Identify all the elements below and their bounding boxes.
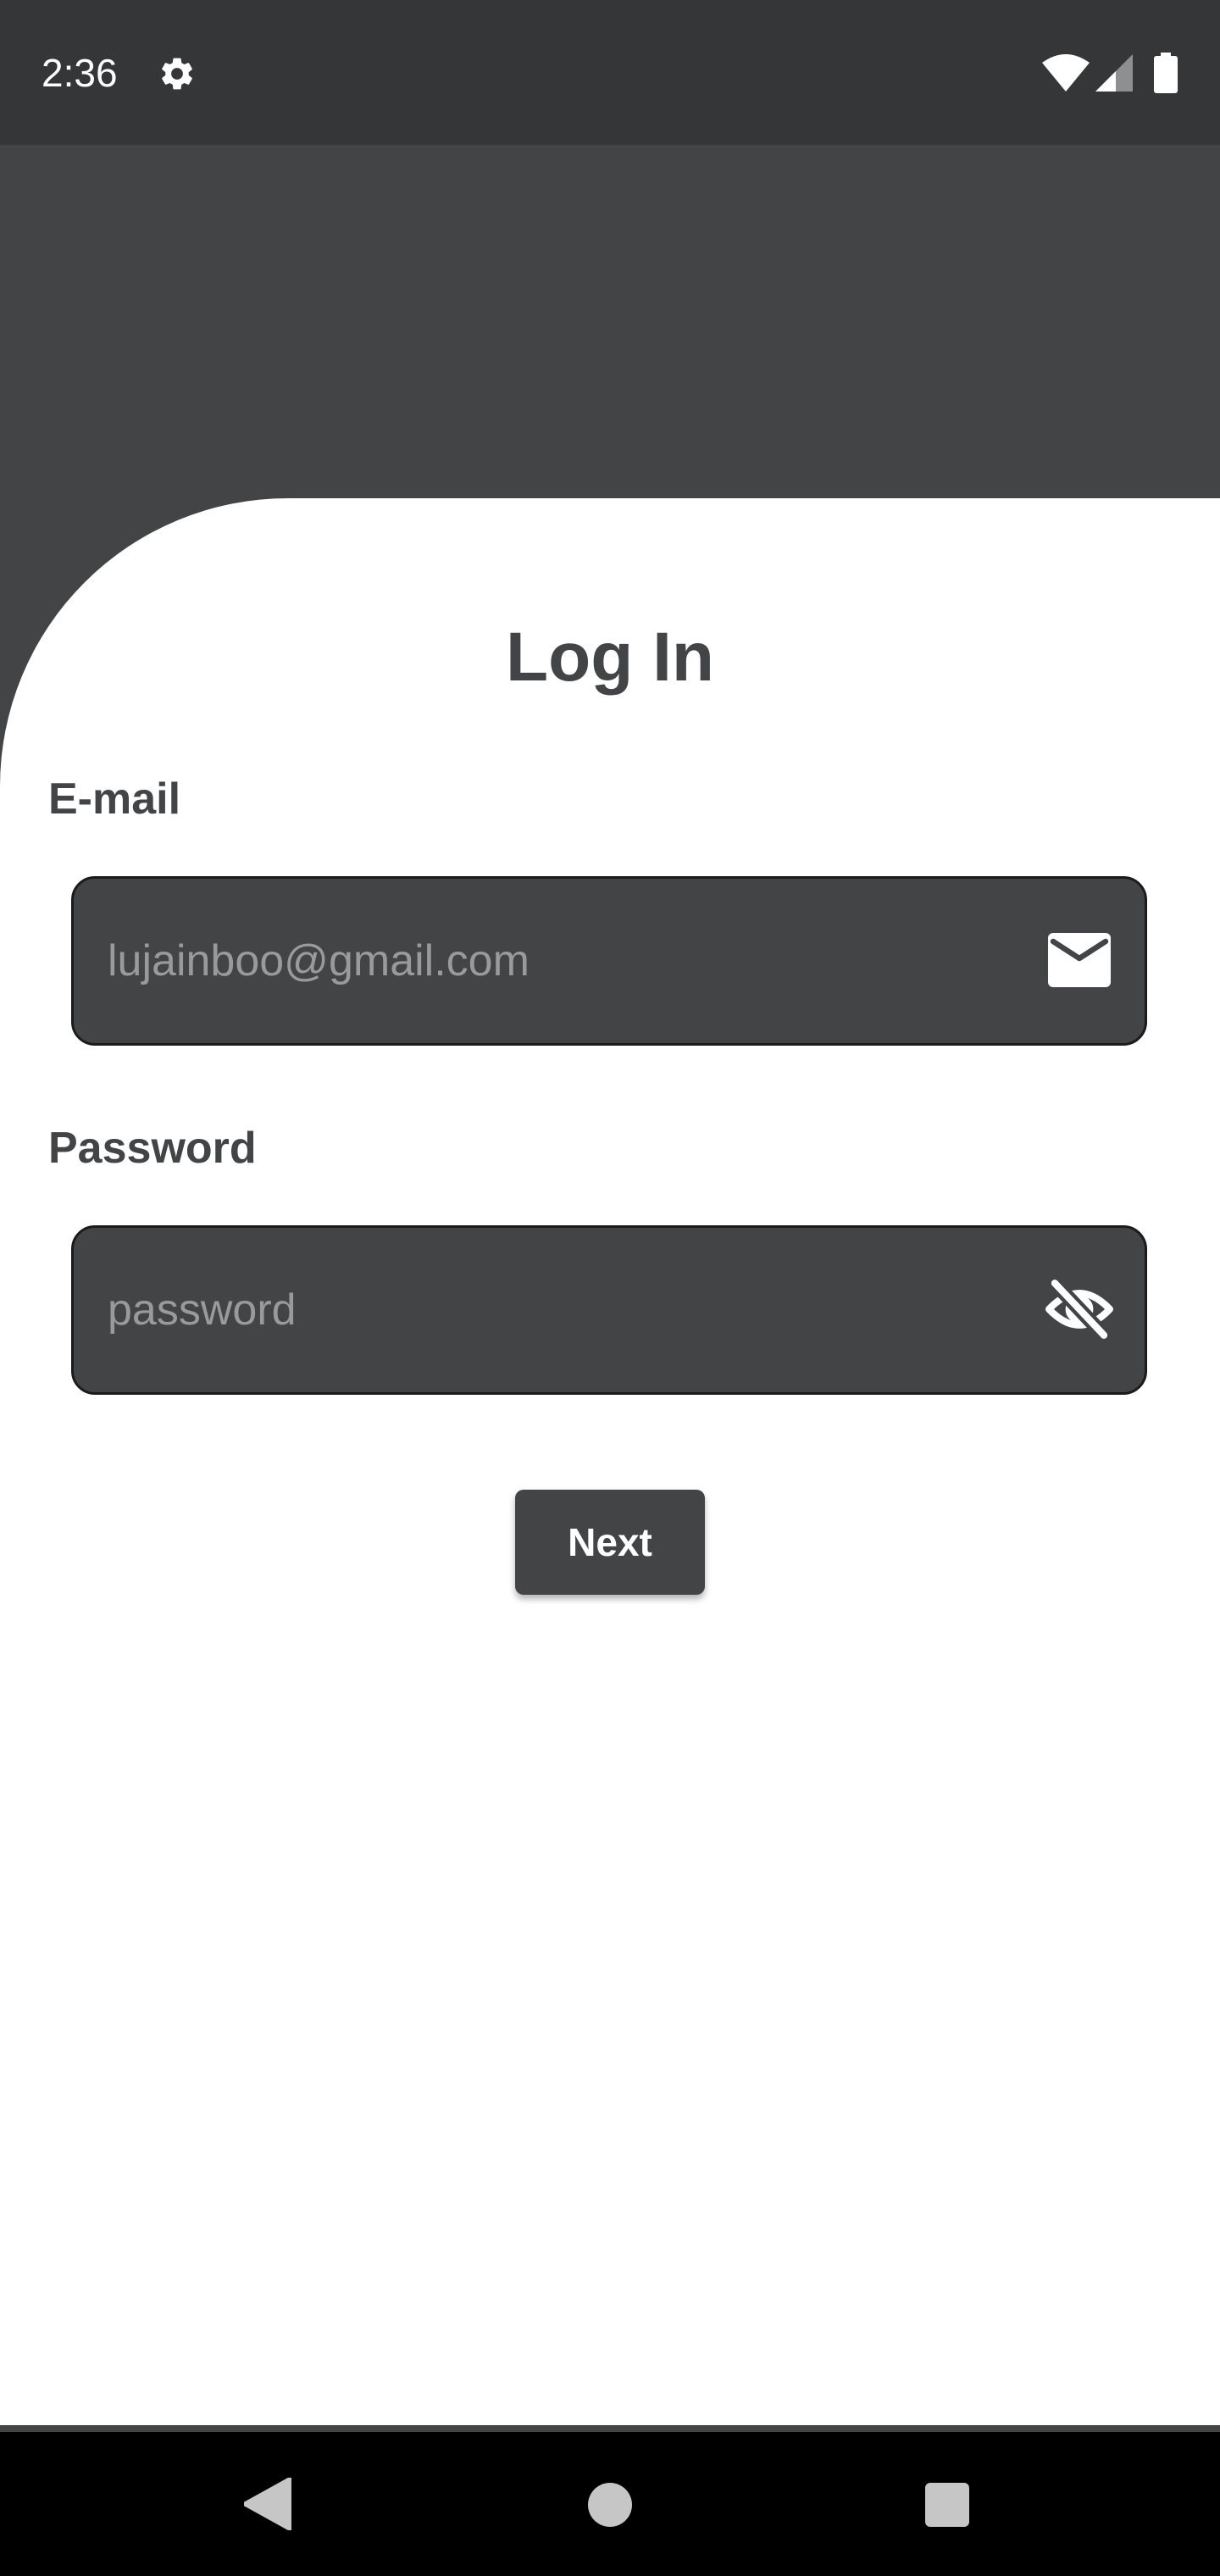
password-field-container (71, 1225, 1147, 1395)
email-label: E-mail (48, 774, 181, 824)
status-bar: 2:36 (0, 0, 1220, 145)
email-field[interactable] (108, 879, 980, 1043)
gear-icon (162, 58, 192, 90)
wifi-icon (1042, 54, 1090, 92)
password-field[interactable] (108, 1228, 980, 1392)
signal-icon (1095, 54, 1133, 92)
login-card (0, 498, 1220, 2430)
status-time: 2:36 (42, 51, 118, 95)
home-icon[interactable] (588, 2483, 632, 2527)
battery-icon (1154, 53, 1178, 93)
mail-icon (1048, 933, 1111, 987)
recents-icon[interactable] (925, 2483, 969, 2527)
nav-divider (0, 2425, 1220, 2432)
eye-off-icon[interactable] (1045, 1277, 1114, 1341)
password-label: Password (48, 1124, 257, 1173)
page-title: Log In (506, 619, 714, 696)
next-button[interactable]: Next (515, 1490, 705, 1595)
email-field-container (71, 876, 1147, 1046)
back-icon[interactable] (244, 2478, 291, 2530)
